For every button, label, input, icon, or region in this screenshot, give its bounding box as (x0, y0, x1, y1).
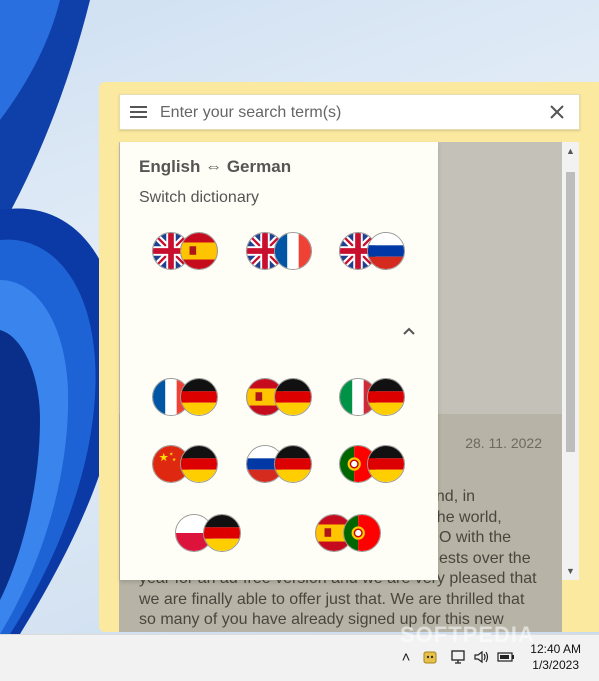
portugal-flag-icon (343, 514, 381, 552)
chevron-up-icon[interactable]: ˄ (396, 647, 416, 667)
scroll-down-icon[interactable]: ▼ (566, 566, 575, 576)
system-clock[interactable]: 12:40 AM 1/3/2023 (530, 641, 581, 673)
germany-flag-icon (274, 378, 312, 416)
search-input[interactable] (158, 95, 542, 131)
germany-flag-icon (180, 445, 218, 483)
dictionary-pl-de[interactable] (175, 514, 241, 554)
dictionary-es-pt[interactable] (315, 514, 381, 554)
dictionary-en-ru[interactable] (339, 232, 405, 272)
svg-text:★: ★ (172, 457, 176, 463)
dictionary-dropdown: English ⇔ German Switch dictionary ★ ★ ★ (120, 142, 438, 580)
france-flag-icon (274, 232, 312, 270)
dictionary-pt-de[interactable] (339, 445, 405, 485)
svg-text:★: ★ (159, 450, 169, 464)
germany-flag-icon (274, 445, 312, 483)
watermark: SOFTPEDIA (400, 622, 535, 647)
battery-icon[interactable] (496, 647, 516, 667)
russia-flag-icon (367, 232, 405, 270)
search-bar (119, 94, 580, 131)
clock-date: 1/3/2023 (532, 658, 579, 672)
germany-flag-icon (203, 514, 241, 552)
scroll-up-icon[interactable]: ▲ (566, 146, 575, 156)
svg-text:★: ★ (169, 451, 173, 457)
dictionary-ru-de[interactable] (246, 445, 312, 485)
article-line: we are finally able to offer just that. … (139, 590, 525, 608)
network-icon[interactable] (448, 647, 468, 667)
dictionary-en-fr[interactable] (246, 232, 312, 272)
dictionary-en-es[interactable] (152, 232, 218, 272)
switch-dictionary-label: Switch dictionary (139, 189, 260, 206)
volume-icon[interactable] (472, 647, 492, 667)
dictionary-it-de[interactable] (339, 378, 405, 418)
dictionary-es-de[interactable] (246, 378, 312, 418)
hamburger-icon[interactable] (130, 106, 147, 118)
chevron-up-icon[interactable] (401, 325, 417, 337)
content-scrollbar[interactable]: ▲ ▼ (562, 142, 579, 580)
germany-flag-icon (367, 378, 405, 416)
scroll-thumb[interactable] (566, 172, 575, 452)
germany-flag-icon (180, 378, 218, 416)
current-dictionary-label: English ⇔ German (139, 157, 292, 176)
clock-time: 12:40 AM (530, 642, 581, 656)
dictionary-fr-de[interactable] (152, 378, 218, 418)
spain-flag-icon (180, 232, 218, 270)
germany-flag-icon (367, 445, 405, 483)
close-icon[interactable] (547, 102, 567, 122)
article-date: 28. 11. 2022 (465, 435, 542, 451)
app-tray-icon[interactable] (420, 647, 440, 667)
dictionary-cn-de[interactable]: ★ ★ ★ (152, 445, 218, 485)
